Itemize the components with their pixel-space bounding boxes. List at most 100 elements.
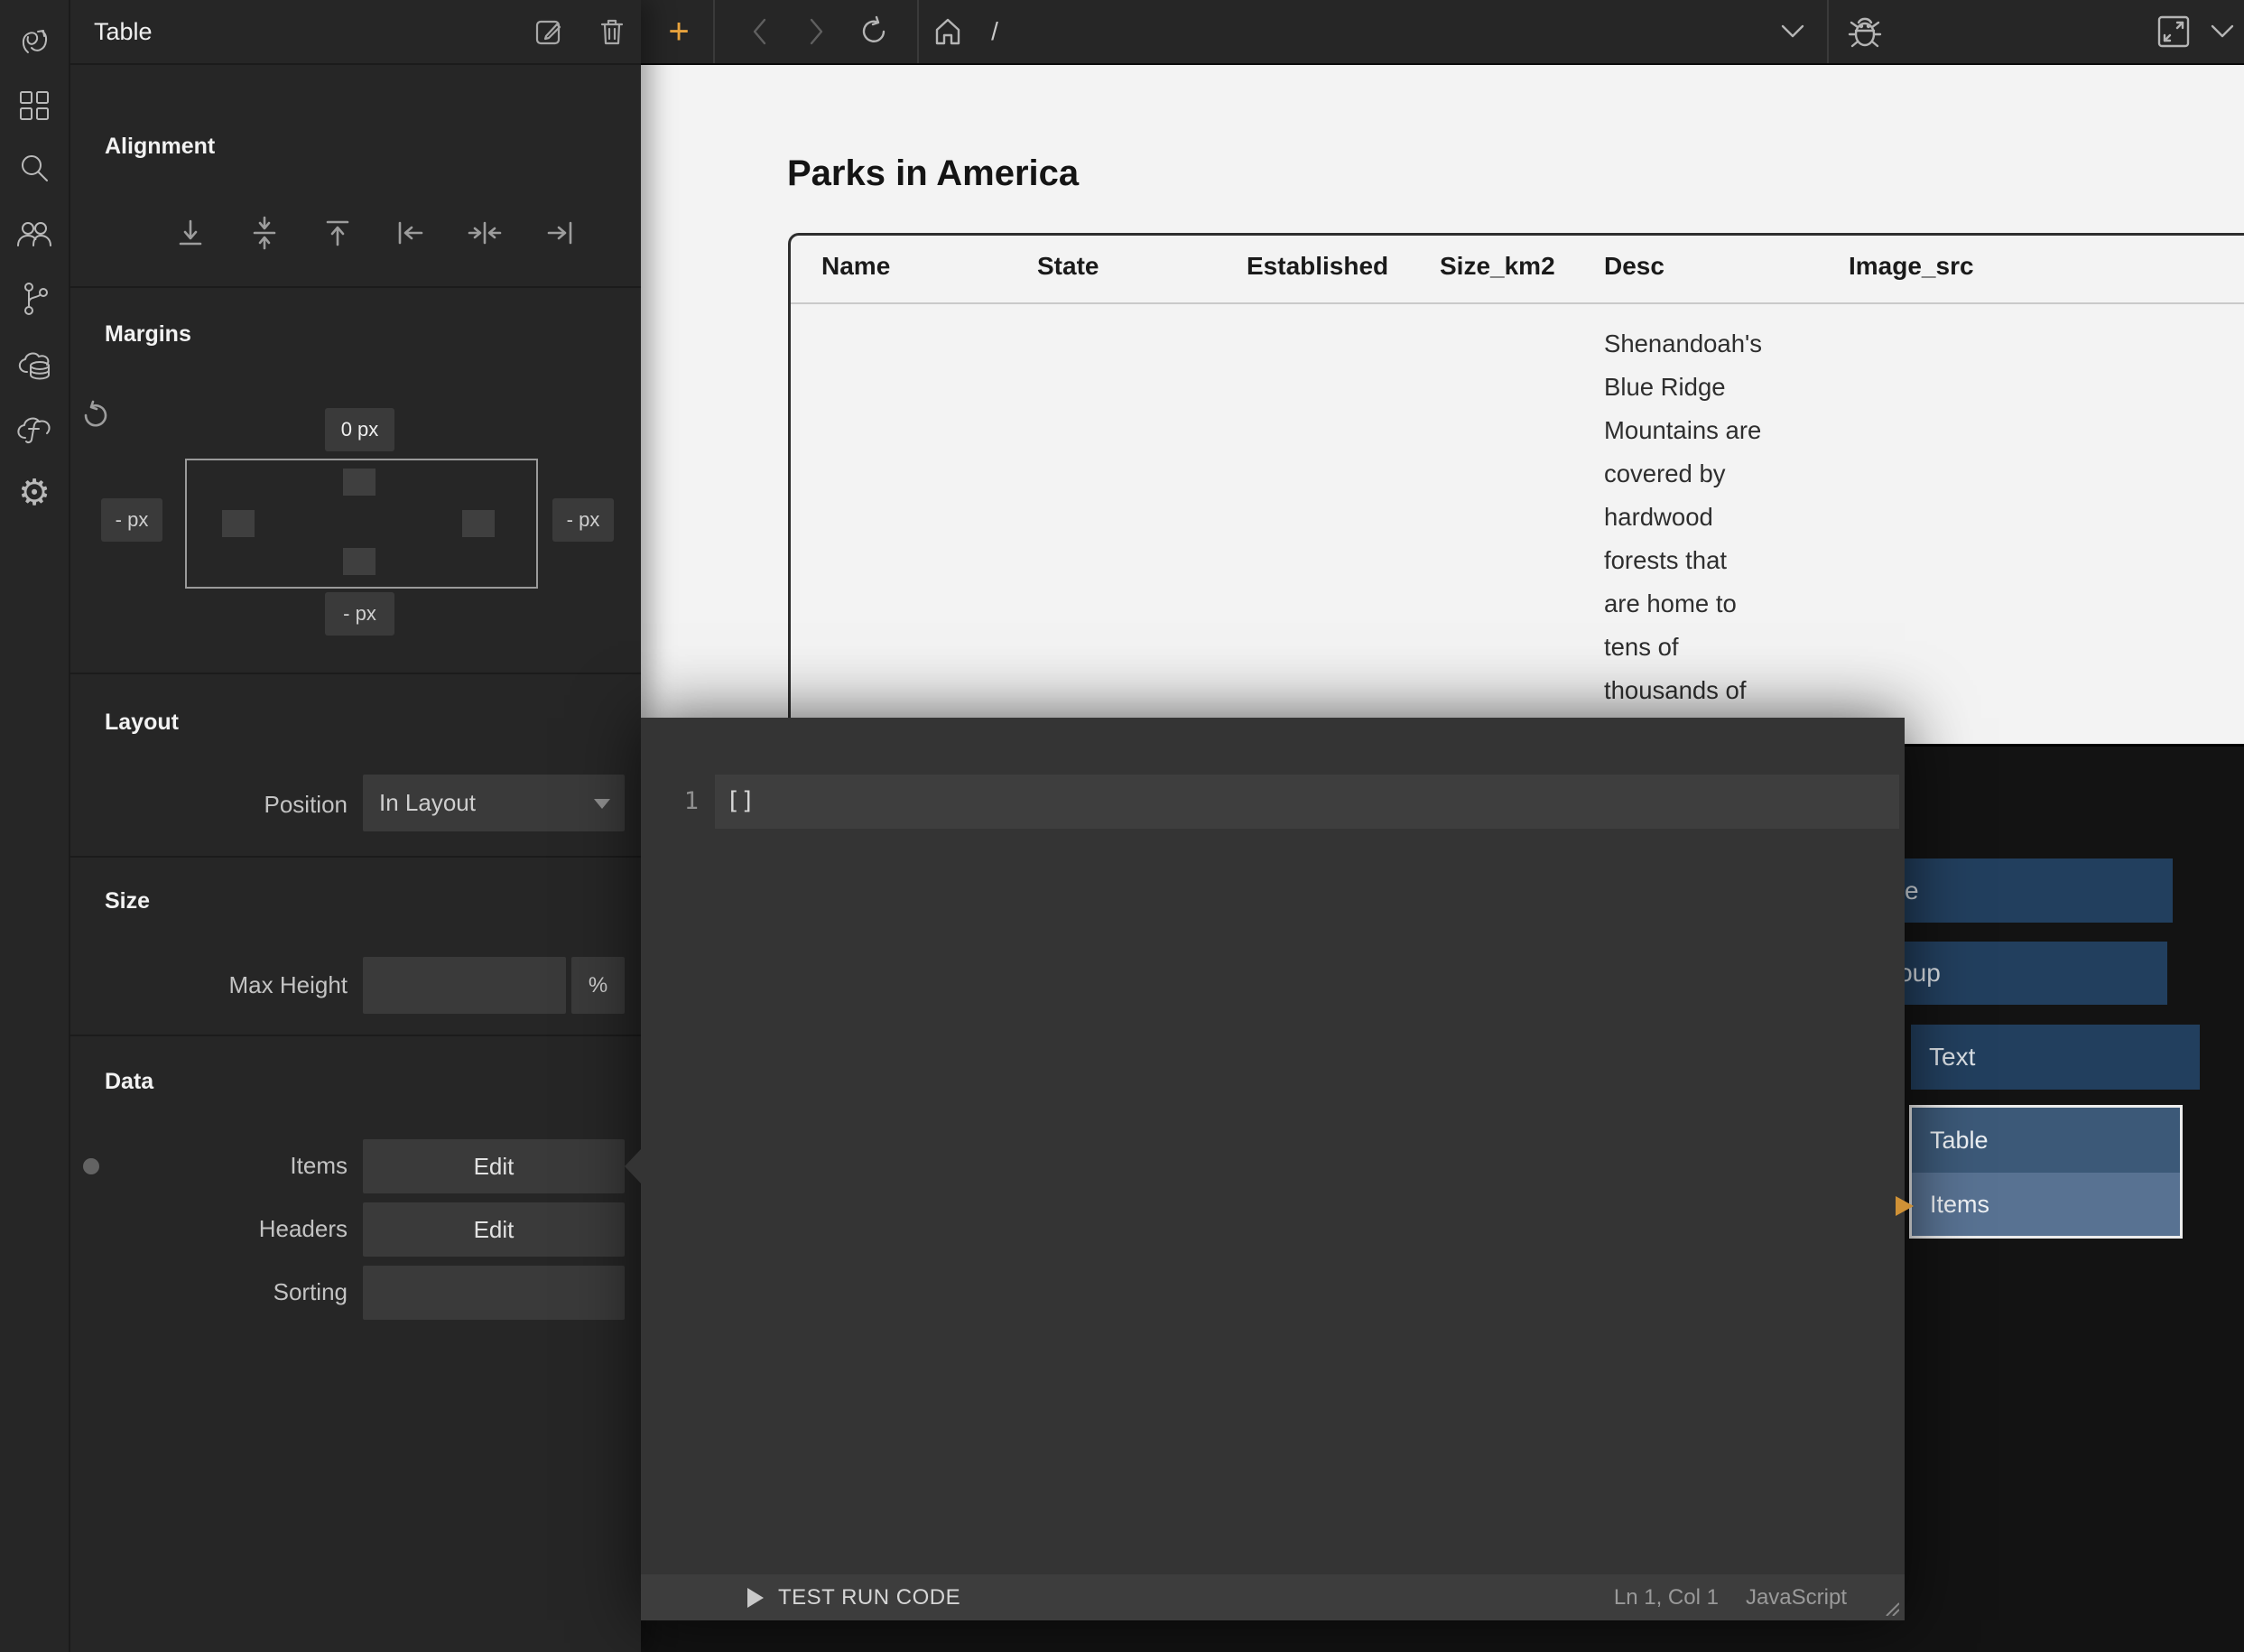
- test-run-code-label: TEST RUN CODE: [778, 1585, 960, 1610]
- cursor-position: Ln 1, Col 1: [1614, 1585, 1719, 1610]
- reset-icon: [79, 399, 112, 432]
- chevron-right-icon: [806, 16, 826, 47]
- align-horizontal-center-icon: [467, 215, 503, 251]
- cloud-function-icon[interactable]: [14, 411, 54, 445]
- column-header-state: State: [1037, 252, 1099, 281]
- align-vertical-center-button[interactable]: [246, 215, 283, 251]
- table-widget[interactable]: Name State Established Size_km2 Desc Ima…: [788, 233, 2244, 747]
- play-icon: [747, 1588, 764, 1608]
- test-run-code-button[interactable]: TEST RUN CODE: [747, 1574, 960, 1620]
- tree-node-items-label: Items: [1930, 1191, 1989, 1219]
- view-dropdown-button[interactable]: [2210, 24, 2235, 39]
- tree-node-table-label: Table: [1930, 1127, 1989, 1155]
- top-toolbar: + /: [641, 0, 2244, 65]
- align-right-button[interactable]: [542, 215, 578, 251]
- column-header-established: Established: [1247, 252, 1388, 281]
- popup-arrow: [625, 1149, 641, 1183]
- align-top-icon: [320, 215, 356, 251]
- margin-handle-bottom[interactable]: [343, 548, 376, 575]
- position-select[interactable]: In Layout: [363, 775, 625, 831]
- margin-top-field[interactable]: 0 px: [325, 408, 394, 451]
- toolbar-separator: [713, 0, 715, 63]
- position-label: Position: [69, 791, 348, 819]
- align-left-button[interactable]: [393, 215, 429, 251]
- max-height-unit: %: [571, 957, 625, 1014]
- margin-handle-top[interactable]: [343, 469, 376, 496]
- align-right-icon: [542, 215, 578, 251]
- fullscreen-button[interactable]: [2156, 14, 2192, 50]
- debug-button[interactable]: [1847, 14, 1883, 50]
- section-divider: [69, 856, 641, 858]
- section-divider: [69, 286, 641, 288]
- margins-reset-button[interactable]: [79, 399, 112, 432]
- margin-right-field[interactable]: - px: [552, 498, 614, 542]
- settings-gear-icon[interactable]: ⚙: [18, 475, 51, 511]
- data-section-label: Data: [105, 1069, 153, 1095]
- code-editor-popup: 1 [] TEST RUN CODE Ln 1, Col 1 JavaScrip…: [641, 718, 1905, 1620]
- home-icon: [932, 16, 963, 47]
- cloud-database-icon[interactable]: [14, 347, 54, 383]
- code-line[interactable]: []: [715, 775, 1899, 829]
- toolbar-separator: [917, 0, 919, 63]
- table-cell-desc: Shenandoah's Blue Ridge Mountains are co…: [1604, 322, 1812, 712]
- tree-node-table[interactable]: Table: [1912, 1108, 2180, 1173]
- margin-handle-right[interactable]: [462, 510, 495, 537]
- align-bottom-button[interactable]: [172, 215, 209, 251]
- refresh-button[interactable]: [858, 15, 890, 48]
- search-icon[interactable]: [17, 152, 51, 186]
- nav-back-button[interactable]: [750, 16, 770, 47]
- resize-handle[interactable]: [1879, 1600, 1899, 1616]
- margin-bottom-field[interactable]: - px: [325, 592, 394, 636]
- line-number: 1: [641, 775, 699, 829]
- apps-grid-icon[interactable]: [17, 88, 51, 123]
- refresh-icon: [858, 15, 890, 48]
- tree-node-table-selected[interactable]: Table Items: [1909, 1105, 2183, 1239]
- column-header-size-km2: Size_km2: [1440, 252, 1555, 281]
- tree-node-partial-label: e: [1905, 877, 1919, 905]
- sorting-label: Sorting: [69, 1278, 348, 1306]
- size-section-label: Size: [105, 888, 150, 914]
- table-header-divider: [791, 302, 2244, 304]
- nav-forward-button[interactable]: [806, 16, 826, 47]
- align-left-icon: [393, 215, 429, 251]
- margin-handle-left[interactable]: [222, 510, 255, 537]
- git-branch-icon[interactable]: [18, 281, 51, 317]
- sorting-input[interactable]: [363, 1266, 625, 1320]
- delete-button[interactable]: [598, 16, 628, 47]
- margin-left-field[interactable]: - px: [101, 498, 162, 542]
- tree-node-items[interactable]: Items: [1912, 1173, 2180, 1236]
- max-height-input[interactable]: [363, 957, 566, 1014]
- rename-button[interactable]: [533, 16, 564, 47]
- app-window: Parks in America Name State Established …: [0, 0, 2244, 1652]
- bug-icon: [1847, 14, 1883, 50]
- alignment-controls: [69, 215, 641, 251]
- margins-section-label: Margins: [105, 321, 191, 348]
- expand-icon: [2156, 14, 2192, 50]
- align-top-button[interactable]: [320, 215, 356, 251]
- max-height-label: Max Height: [69, 971, 348, 999]
- tree-node-text-label: Text: [1929, 1043, 1975, 1072]
- items-label: Items: [69, 1152, 348, 1180]
- items-edit-button[interactable]: Edit: [363, 1139, 625, 1193]
- app-canvas: Parks in America Name State Established …: [641, 63, 2244, 747]
- app-dropdown-button[interactable]: [1779, 23, 1806, 40]
- logo-icon[interactable]: [15, 23, 53, 60]
- chevron-down-icon: [1779, 23, 1806, 40]
- path-slash: /: [991, 17, 998, 45]
- home-button[interactable]: [932, 16, 963, 47]
- inspector-header: Table: [69, 0, 641, 65]
- users-icon[interactable]: [15, 217, 53, 251]
- column-header-desc: Desc: [1604, 252, 1664, 281]
- tree-node-text[interactable]: Text: [1911, 1025, 2200, 1090]
- align-bottom-icon: [172, 215, 209, 251]
- chevron-down-icon: [2210, 24, 2235, 39]
- inspector-panel: Table Alignment: [69, 0, 641, 1652]
- add-page-button[interactable]: +: [668, 14, 689, 50]
- page-title: Parks in America: [787, 153, 1079, 194]
- breadcrumb-path[interactable]: /: [991, 17, 998, 46]
- edit-pencil-icon: [533, 16, 564, 47]
- section-divider: [69, 1035, 641, 1036]
- selected-component-title: Table: [94, 18, 153, 46]
- align-horizontal-center-button[interactable]: [467, 215, 503, 251]
- headers-edit-button[interactable]: Edit: [363, 1202, 625, 1257]
